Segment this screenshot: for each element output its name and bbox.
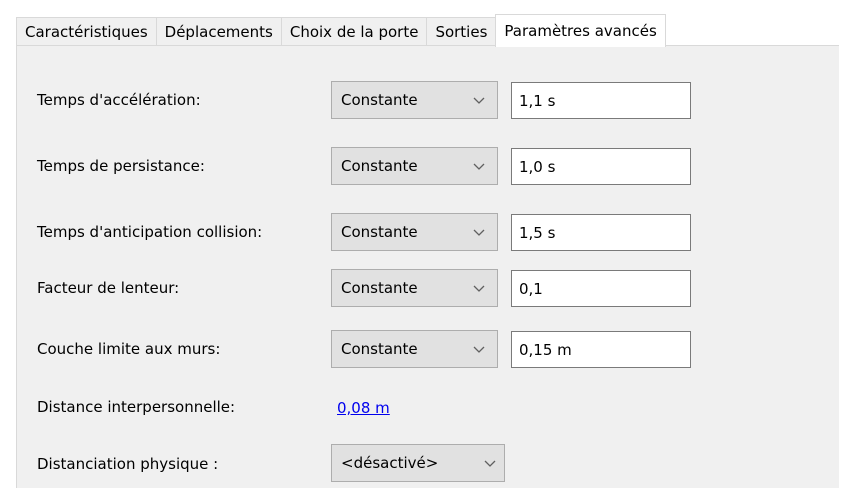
chevron-down-icon xyxy=(461,82,497,118)
dropdown-value: Constante xyxy=(341,340,418,358)
persistence-time-input[interactable]: 1,0 s xyxy=(511,148,691,185)
wall-boundary-layer-label: Couche limite aux murs: xyxy=(37,340,221,358)
physical-distancing-label: Distanciation physique : xyxy=(37,455,219,473)
persistence-time-mode-dropdown[interactable]: Constante xyxy=(331,147,498,185)
tab-choix-de-la-porte[interactable]: Choix de la porte xyxy=(280,17,428,46)
dropdown-value: Constante xyxy=(341,279,418,297)
tab-caracteristiques[interactable]: Caractéristiques xyxy=(16,17,157,46)
chevron-down-icon xyxy=(461,148,497,184)
tab-sorties[interactable]: Sorties xyxy=(426,17,497,46)
collision-anticipation-time-label: Temps d'anticipation collision: xyxy=(37,223,263,241)
tab-label: Paramètres avancés xyxy=(504,22,657,40)
slowness-factor-mode-dropdown[interactable]: Constante xyxy=(331,269,498,307)
slowness-factor-label: Facteur de lenteur: xyxy=(37,279,180,297)
chevron-down-icon xyxy=(476,445,504,481)
advanced-parameters-panel: Temps d'accélération: Constante 1,1 s Te… xyxy=(16,45,839,488)
tab-parametres-avances[interactable]: Paramètres avancés xyxy=(495,14,666,47)
acceleration-time-input[interactable]: 1,1 s xyxy=(511,82,691,119)
tab-label: Déplacements xyxy=(164,23,273,41)
physical-distancing-dropdown[interactable]: <désactivé> xyxy=(331,444,505,482)
dropdown-value: <désactivé> xyxy=(341,454,439,472)
interpersonal-distance-link[interactable]: 0,08 m xyxy=(337,399,390,417)
tab-bar: Caractéristiques Déplacements Choix de l… xyxy=(16,14,666,47)
slowness-factor-input[interactable]: 0,1 xyxy=(511,270,691,307)
dropdown-value: Constante xyxy=(341,157,418,175)
chevron-down-icon xyxy=(461,214,497,250)
persistence-time-label: Temps de persistance: xyxy=(37,157,205,175)
interpersonal-distance-label: Distance interpersonnelle: xyxy=(37,398,236,416)
tab-deplacements[interactable]: Déplacements xyxy=(155,17,282,46)
acceleration-time-label: Temps d'accélération: xyxy=(37,91,201,109)
wall-boundary-layer-mode-dropdown[interactable]: Constante xyxy=(331,330,498,368)
tab-label: Caractéristiques xyxy=(25,23,148,41)
collision-anticipation-mode-dropdown[interactable]: Constante xyxy=(331,213,498,251)
dropdown-value: Constante xyxy=(341,223,418,241)
acceleration-time-mode-dropdown[interactable]: Constante xyxy=(331,81,498,119)
wall-boundary-layer-input[interactable]: 0,15 m xyxy=(511,331,691,368)
dropdown-value: Constante xyxy=(341,91,418,109)
tab-label: Choix de la porte xyxy=(289,23,419,41)
chevron-down-icon xyxy=(461,331,497,367)
tab-label: Sorties xyxy=(435,23,488,41)
chevron-down-icon xyxy=(461,270,497,306)
properties-window: Caractéristiques Déplacements Choix de l… xyxy=(0,0,841,488)
collision-anticipation-time-input[interactable]: 1,5 s xyxy=(511,214,691,251)
